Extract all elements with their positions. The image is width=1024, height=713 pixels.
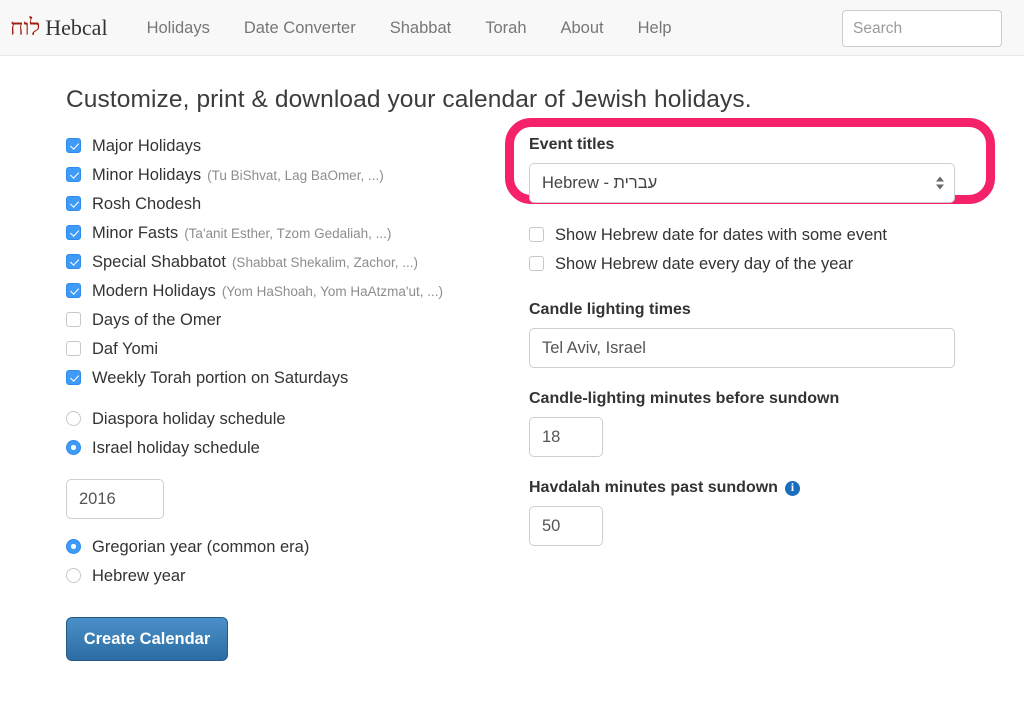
havdalah-label-text: Havdalah minutes past sundown bbox=[529, 479, 778, 497]
brand-logo[interactable]: לוח Hebcal bbox=[10, 15, 108, 41]
year-input[interactable] bbox=[66, 479, 164, 519]
checkbox-row-show-hebrew-date-every-day[interactable]: Show Hebrew date every day of the year bbox=[529, 254, 959, 273]
checkbox-hint-minor-fasts: (Ta'anit Esther, Tzom Gedaliah, ...) bbox=[184, 227, 391, 241]
candle-lighting-city-input[interactable] bbox=[529, 328, 955, 368]
radio-row-gregorian-year[interactable]: Gregorian year (common era) bbox=[66, 537, 496, 556]
main-navigation: Holidays Date Converter Shabbat Torah Ab… bbox=[130, 0, 689, 55]
nav-item-help[interactable]: Help bbox=[621, 0, 689, 56]
spacer bbox=[529, 283, 959, 301]
checkbox-show-hebrew-date-some-event[interactable] bbox=[529, 227, 544, 242]
checkbox-label-show-hebrew-date-some-event: Show Hebrew date for dates with some eve… bbox=[555, 227, 887, 244]
radio-label-israel-schedule: Israel holiday schedule bbox=[92, 440, 260, 457]
checkbox-label-daf-yomi: Daf Yomi bbox=[92, 341, 158, 358]
checkbox-minor-fasts[interactable] bbox=[66, 225, 81, 240]
havdalah-label: Havdalah minutes past sundown i bbox=[529, 479, 959, 497]
radio-row-hebrew-year[interactable]: Hebrew year bbox=[66, 566, 496, 585]
checkbox-days-of-the-omer[interactable] bbox=[66, 312, 81, 327]
radio-label-gregorian-year: Gregorian year (common era) bbox=[92, 539, 309, 556]
checkbox-row-major-holidays[interactable]: Major Holidays bbox=[66, 136, 496, 155]
site-header: לוח Hebcal Holidays Date Converter Shabb… bbox=[0, 0, 1024, 56]
checkbox-weekly-torah-portion[interactable] bbox=[66, 370, 81, 385]
checkbox-special-shabbatot[interactable] bbox=[66, 254, 81, 269]
create-calendar-button[interactable]: Create Calendar bbox=[66, 617, 228, 661]
checkbox-row-show-hebrew-date-some-event[interactable]: Show Hebrew date for dates with some eve… bbox=[529, 225, 959, 244]
nav-item-torah[interactable]: Torah bbox=[468, 0, 543, 56]
checkbox-row-days-of-the-omer[interactable]: Days of the Omer bbox=[66, 310, 496, 329]
radio-row-diaspora-schedule[interactable]: Diaspora holiday schedule bbox=[66, 409, 496, 428]
checkbox-row-minor-fasts[interactable]: Minor Fasts (Ta'anit Esther, Tzom Gedali… bbox=[66, 223, 496, 242]
checkbox-label-rosh-chodesh: Rosh Chodesh bbox=[92, 196, 201, 213]
left-column: Major Holidays Minor Holidays (Tu BiShva… bbox=[66, 136, 496, 661]
checkbox-hint-modern-holidays: (Yom HaShoah, Yom HaAtzma'ut, ...) bbox=[222, 285, 443, 299]
checkbox-label-special-shabbatot: Special Shabbatot bbox=[92, 254, 226, 271]
checkbox-row-daf-yomi[interactable]: Daf Yomi bbox=[66, 339, 496, 358]
checkbox-row-minor-holidays[interactable]: Minor Holidays (Tu BiShvat, Lag BaOmer, … bbox=[66, 165, 496, 184]
checkbox-modern-holidays[interactable] bbox=[66, 283, 81, 298]
search-input[interactable] bbox=[842, 10, 1002, 47]
radio-label-diaspora-schedule: Diaspora holiday schedule bbox=[92, 411, 286, 428]
info-icon[interactable]: i bbox=[785, 481, 800, 496]
event-titles-select-wrapper[interactable]: Hebrew - עברית bbox=[529, 163, 955, 203]
checkbox-show-hebrew-date-every-day[interactable] bbox=[529, 256, 544, 271]
candle-minutes-input[interactable] bbox=[529, 417, 603, 457]
checkbox-hint-minor-holidays: (Tu BiShvat, Lag BaOmer, ...) bbox=[207, 169, 384, 183]
nav-item-holidays[interactable]: Holidays bbox=[130, 0, 227, 56]
event-titles-label: Event titles bbox=[529, 136, 959, 154]
candle-minutes-label: Candle-lighting minutes before sundown bbox=[529, 390, 959, 408]
spacer bbox=[529, 368, 959, 390]
checkbox-label-minor-fasts: Minor Fasts bbox=[92, 225, 178, 242]
nav-item-date-converter[interactable]: Date Converter bbox=[227, 0, 373, 56]
checkbox-minor-holidays[interactable] bbox=[66, 167, 81, 182]
checkbox-row-rosh-chodesh[interactable]: Rosh Chodesh bbox=[66, 194, 496, 213]
brand-latin-text: Hebcal bbox=[45, 15, 107, 41]
radio-label-hebrew-year: Hebrew year bbox=[92, 568, 186, 585]
candle-lighting-label: Candle lighting times bbox=[529, 301, 959, 319]
event-titles-section: Event titles Hebrew - עברית bbox=[529, 136, 959, 203]
radio-israel-schedule[interactable] bbox=[66, 440, 81, 455]
radio-hebrew-year[interactable] bbox=[66, 568, 81, 583]
nav-item-shabbat[interactable]: Shabbat bbox=[373, 0, 468, 56]
checkbox-label-weekly-torah-portion: Weekly Torah portion on Saturdays bbox=[92, 370, 348, 387]
havdalah-minutes-input[interactable] bbox=[529, 506, 603, 546]
checkbox-label-modern-holidays: Modern Holidays bbox=[92, 283, 216, 300]
checkbox-major-holidays[interactable] bbox=[66, 138, 81, 153]
checkbox-row-special-shabbatot[interactable]: Special Shabbatot (Shabbat Shekalim, Zac… bbox=[66, 252, 496, 271]
nav-item-about[interactable]: About bbox=[544, 0, 621, 56]
spacer bbox=[66, 519, 496, 537]
spacer bbox=[66, 397, 496, 409]
checkbox-label-show-hebrew-date-every-day: Show Hebrew date every day of the year bbox=[555, 256, 853, 273]
event-titles-select[interactable]: Hebrew - עברית bbox=[529, 163, 955, 203]
spacer bbox=[529, 457, 959, 479]
right-column: Event titles Hebrew - עברית Show Hebrew … bbox=[529, 136, 959, 546]
checkbox-daf-yomi[interactable] bbox=[66, 341, 81, 356]
checkbox-label-minor-holidays: Minor Holidays bbox=[92, 167, 201, 184]
checkbox-row-modern-holidays[interactable]: Modern Holidays (Yom HaShoah, Yom HaAtzm… bbox=[66, 281, 496, 300]
checkbox-hint-special-shabbatot: (Shabbat Shekalim, Zachor, ...) bbox=[232, 256, 418, 270]
radio-diaspora-schedule[interactable] bbox=[66, 411, 81, 426]
radio-row-israel-schedule[interactable]: Israel holiday schedule bbox=[66, 438, 496, 457]
page-title: Customize, print & download your calenda… bbox=[66, 86, 1024, 114]
radio-gregorian-year[interactable] bbox=[66, 539, 81, 554]
checkbox-row-weekly-torah-portion[interactable]: Weekly Torah portion on Saturdays bbox=[66, 368, 496, 387]
checkbox-label-major-holidays: Major Holidays bbox=[92, 138, 201, 155]
brand-hebrew-text: לוח bbox=[10, 15, 40, 41]
checkbox-label-days-of-the-omer: Days of the Omer bbox=[92, 312, 221, 329]
spacer bbox=[529, 203, 959, 225]
checkbox-rosh-chodesh[interactable] bbox=[66, 196, 81, 211]
spacer bbox=[66, 467, 496, 479]
